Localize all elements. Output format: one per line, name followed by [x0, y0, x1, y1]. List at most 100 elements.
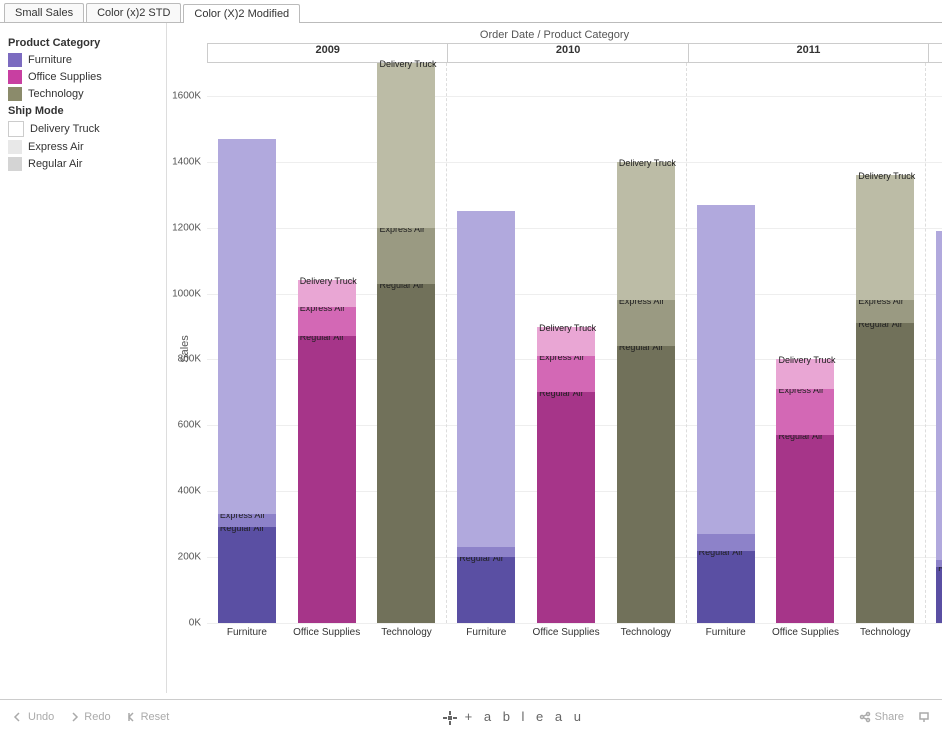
category-label: Furniture	[686, 623, 766, 663]
bar-segment[interactable]	[617, 300, 675, 346]
bar-segment[interactable]	[856, 323, 914, 623]
category-slot: Regular AirExpress AirDelivery Truck	[606, 63, 686, 623]
tableau-logo: + a b l e a u	[443, 709, 585, 725]
undo-button[interactable]: Undo	[12, 711, 54, 723]
download-button[interactable]	[918, 711, 930, 723]
undo-label: Undo	[28, 711, 54, 723]
year-slot: Regular Air Regular AirExpress AirDeliver…	[686, 63, 926, 623]
legend-title: Ship Mode	[8, 105, 158, 117]
year-header: 2012	[929, 43, 942, 63]
legend-item[interactable]: Office Supplies	[8, 70, 158, 84]
legend-swatch	[8, 70, 22, 84]
bar[interactable]: Regular AirExpress AirDelivery Truck	[776, 359, 834, 623]
bar-segment[interactable]	[218, 527, 276, 623]
legend-item[interactable]: Regular Air	[8, 157, 158, 171]
bar-segment[interactable]	[617, 346, 675, 623]
redo-button[interactable]: Redo	[68, 711, 110, 723]
tab-color-x-2-std[interactable]: Color (x)2 STD	[86, 3, 181, 22]
legend-title: Product Category	[8, 37, 158, 49]
bar[interactable]: Regular AirExpress Air	[218, 139, 276, 623]
category-label: Office Supplies	[526, 623, 606, 663]
reset-icon	[125, 711, 137, 723]
bar[interactable]: Regular AirExpress AirDelivery Truck	[298, 280, 356, 623]
legend-item[interactable]: Delivery Truck	[8, 121, 158, 137]
y-tick-label: 800K	[178, 354, 207, 365]
legend-item[interactable]: Express Air	[8, 140, 158, 154]
bar-segment[interactable]	[457, 557, 515, 623]
y-tick-label: 600K	[178, 420, 207, 431]
arrow-right-icon	[68, 711, 80, 723]
legend-label: Technology	[28, 88, 84, 100]
redo-label: Redo	[84, 711, 110, 723]
arrow-left-icon	[12, 711, 24, 723]
bar-segment[interactable]	[537, 327, 595, 357]
y-tick-label: 1600K	[172, 90, 207, 101]
legend-item[interactable]: Furniture	[8, 53, 158, 67]
year-slot: Regular Air Regular AirExpress AirDeliver…	[446, 63, 686, 623]
bar-segment[interactable]	[936, 560, 942, 567]
category-slot: Regular Air	[446, 63, 526, 623]
reset-label: Reset	[141, 711, 170, 723]
bar-segment[interactable]	[537, 392, 595, 623]
category-slot: Regular AirExpress AirDelivery Truck	[766, 63, 846, 623]
legend-label: Office Supplies	[28, 71, 102, 83]
category-label: Technology	[606, 623, 686, 663]
category-slot: Regular Air	[686, 63, 766, 623]
bar[interactable]: Regular Air	[936, 231, 942, 623]
bar[interactable]: Regular AirExpress AirDelivery Truck	[377, 63, 435, 623]
bar-segment[interactable]	[377, 284, 435, 623]
share-button[interactable]: Share	[859, 711, 904, 723]
category-slot: Regular AirExpress AirDelivery Truck	[845, 63, 925, 623]
year-headers: 2009201020112012	[207, 43, 942, 63]
bar-segment[interactable]	[697, 551, 755, 623]
bar-segment[interactable]	[218, 139, 276, 515]
bar-segment[interactable]	[377, 228, 435, 284]
tableau-logo-icon	[443, 711, 457, 725]
bar[interactable]: Regular AirExpress AirDelivery Truck	[617, 162, 675, 623]
year-header: 2010	[448, 43, 688, 63]
y-tick-label: 1000K	[172, 288, 207, 299]
legend-label: Regular Air	[28, 158, 82, 170]
tab-small-sales[interactable]: Small Sales	[4, 3, 84, 22]
bar-segment[interactable]	[697, 534, 755, 550]
bar-segment[interactable]	[856, 300, 914, 323]
bar-segment[interactable]	[457, 211, 515, 547]
bar-segment[interactable]	[298, 307, 356, 337]
bar-segment[interactable]	[776, 435, 834, 623]
bar[interactable]: Regular AirExpress AirDelivery Truck	[856, 175, 914, 623]
bar-segment[interactable]	[776, 359, 834, 389]
y-tick-label: 400K	[178, 486, 207, 497]
bar-segment[interactable]	[856, 175, 914, 300]
bar-segment[interactable]	[776, 389, 834, 435]
bar-segment[interactable]	[377, 63, 435, 228]
category-slot: Regular AirExpress AirDelivery Truck	[367, 63, 447, 623]
legend-item[interactable]: Technology	[8, 87, 158, 101]
legend-swatch	[8, 157, 22, 171]
bar-segment[interactable]	[218, 514, 276, 527]
y-tick-label: 1400K	[172, 156, 207, 167]
bar[interactable]: Regular Air	[457, 211, 515, 623]
gridline	[207, 623, 942, 624]
chart-title: Order Date / Product Category	[167, 23, 942, 43]
category-label: Furniture	[446, 623, 526, 663]
bar-segment[interactable]	[298, 336, 356, 623]
bar-segment[interactable]	[697, 205, 755, 534]
bar-segment[interactable]	[457, 547, 515, 557]
y-tick-label: 1200K	[172, 222, 207, 233]
bar-segment[interactable]	[936, 231, 942, 560]
tab-color-x-2-modified[interactable]: Color (X)2 Modified	[183, 4, 300, 23]
share-icon	[859, 711, 871, 723]
plot: Sales 0K200K400K600K800K1000K1200K1400K1…	[207, 63, 942, 623]
reset-button[interactable]: Reset	[125, 711, 170, 723]
bar-segment[interactable]	[298, 280, 356, 306]
tab-bar: Small SalesColor (x)2 STDColor (X)2 Modi…	[0, 0, 942, 23]
legend-label: Furniture	[28, 54, 72, 66]
year-header: 2011	[689, 43, 929, 63]
bar-segment[interactable]	[617, 162, 675, 300]
bar[interactable]: Regular Air	[697, 205, 755, 623]
category-slot: Regular AirExpress Air	[207, 63, 287, 623]
bar-segment[interactable]	[537, 356, 595, 392]
bar[interactable]: Regular AirExpress AirDelivery Truck	[537, 327, 595, 623]
category-label: Technology	[367, 623, 447, 663]
bar-segment[interactable]	[936, 567, 942, 623]
